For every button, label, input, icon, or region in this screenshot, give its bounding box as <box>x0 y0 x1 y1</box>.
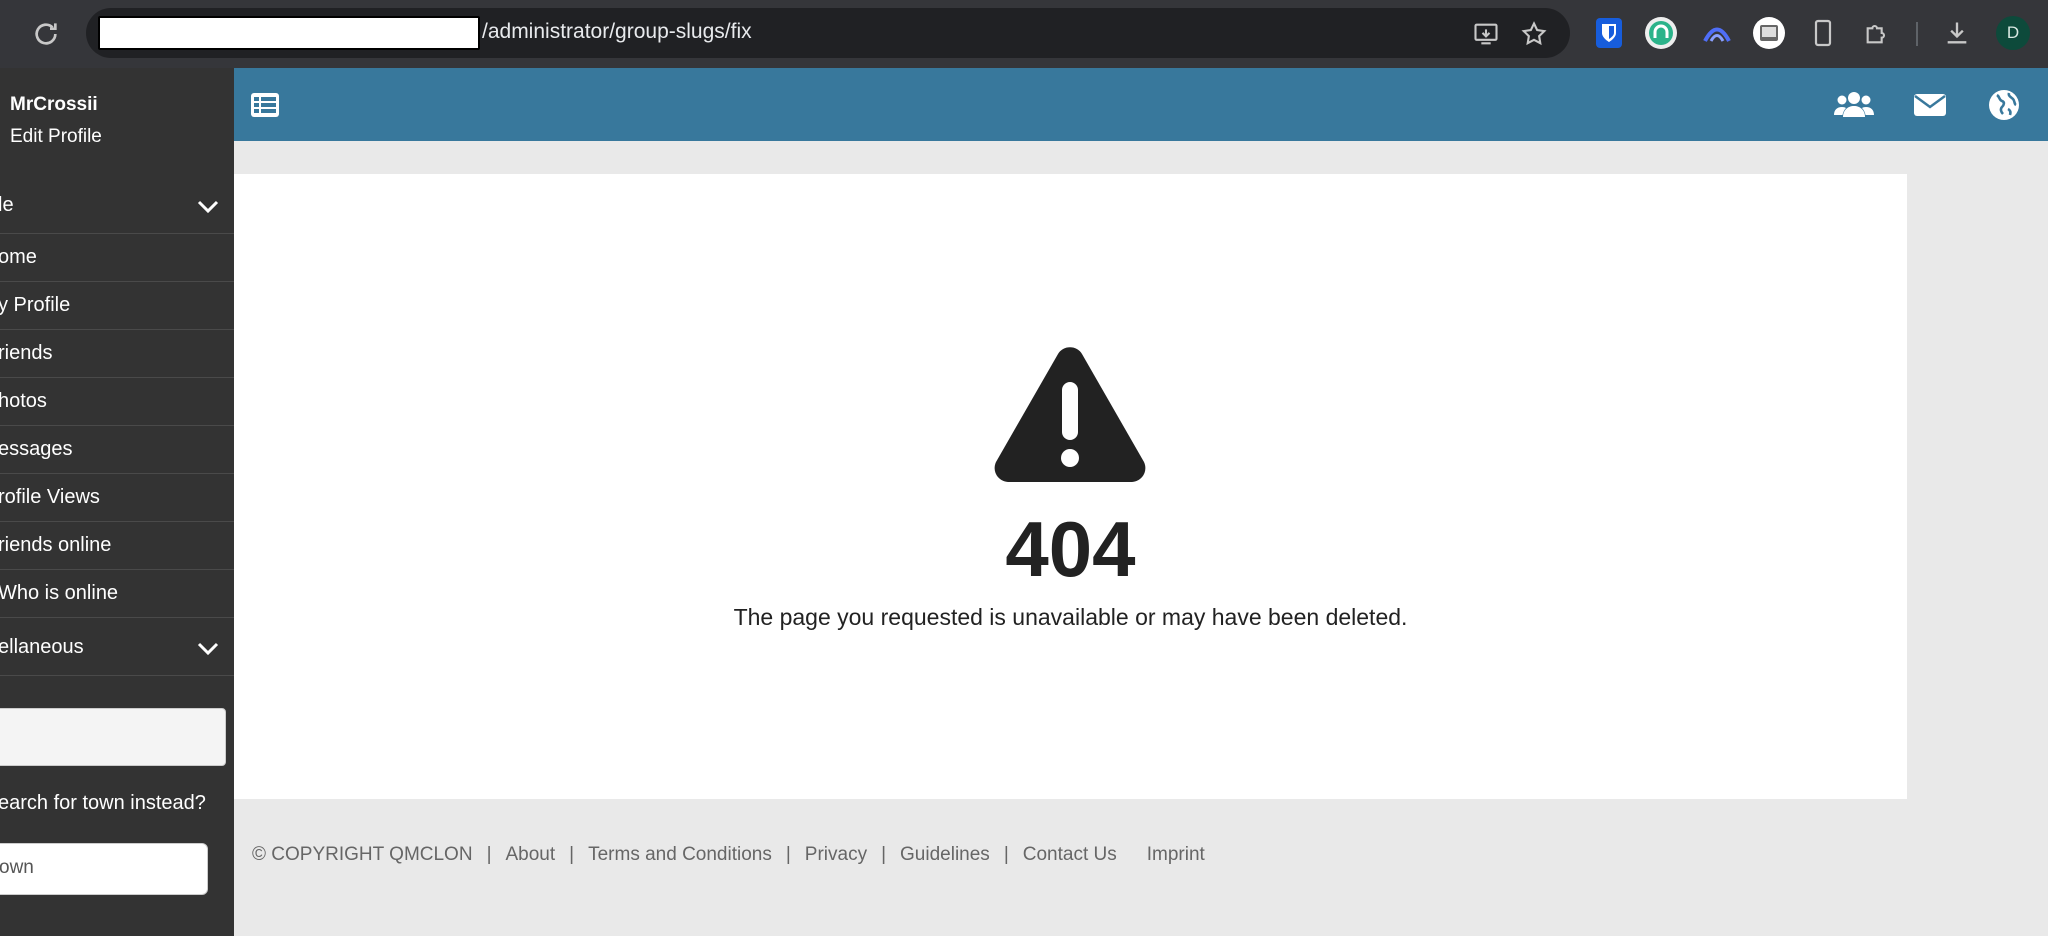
sidebar-section-profile[interactable]: le <box>0 180 234 234</box>
sidebar-section-label: ellaneous <box>0 636 84 658</box>
green-extension-icon[interactable] <box>1644 16 1678 50</box>
sidebar-item-label: essages <box>0 438 73 460</box>
sidebar-item-label: rofile Views <box>0 486 100 508</box>
sidebar-item-my-profile[interactable]: y Profile <box>0 282 234 330</box>
footer-separator: | <box>486 844 492 865</box>
url-path[interactable]: /administrator/group-slugs/fix <box>482 20 752 44</box>
bookmark-star-icon[interactable] <box>1520 20 1548 48</box>
sidebar-section-label: le <box>0 194 14 216</box>
sidebar-item-profile-views[interactable]: rofile Views <box>0 474 234 522</box>
footer-separator: | <box>1003 844 1009 865</box>
sidebar-item-label: riends <box>0 342 53 364</box>
download-icon[interactable] <box>1940 16 1974 50</box>
footer-separator: | <box>785 844 791 865</box>
town-input[interactable]: own <box>0 843 208 895</box>
reload-icon[interactable] <box>30 18 62 50</box>
chevron-down-icon <box>197 642 219 656</box>
error-message: The page you requested is unavailable or… <box>733 604 1408 630</box>
sidebar-item-photos[interactable]: hotos <box>0 378 234 426</box>
sidebar-item-label: riends online <box>0 534 112 556</box>
warning-triangle-icon <box>994 347 1146 482</box>
sidebar-item-messages[interactable]: essages <box>0 426 234 474</box>
sidebar-item-label: hotos <box>0 390 47 412</box>
menu-list-icon[interactable] <box>250 88 280 122</box>
footer-link-contact[interactable]: Contact Us <box>1023 844 1117 866</box>
edit-profile-link[interactable]: Edit Profile <box>10 126 102 148</box>
screenshot-extension-icon[interactable] <box>1752 16 1786 50</box>
device-icon[interactable] <box>1806 16 1840 50</box>
footer-link-about[interactable]: About <box>506 844 556 866</box>
group-users-icon[interactable] <box>1834 88 1874 122</box>
error-card: 404 The page you requested is unavailabl… <box>234 174 1907 799</box>
sidebar-item-friends-online[interactable]: riends online <box>0 522 234 570</box>
footer-link-imprint[interactable]: Imprint <box>1147 844 1205 866</box>
arc-extension-icon[interactable] <box>1700 16 1734 50</box>
browser-toolbar: /administrator/group-slugs/fix D <box>0 0 2048 68</box>
sidebar-username[interactable]: MrCrossii <box>10 94 98 116</box>
redacted-domain <box>98 16 480 50</box>
error-code: 404 <box>1005 505 1136 593</box>
sidebar-item-who-is-online[interactable]: Who is online <box>0 570 234 618</box>
footer-copyright: © COPYRIGHT QMCLON <box>252 844 473 865</box>
chevron-down-icon <box>197 200 219 214</box>
sidebar-section-miscellaneous[interactable]: ellaneous <box>0 622 234 676</box>
footer: © COPYRIGHT QMCLON | About | Terms and Condi… <box>252 844 1205 866</box>
extensions-puzzle-icon[interactable] <box>1860 16 1894 50</box>
sidebar-item-label: y Profile <box>0 294 71 316</box>
sidebar-item-home[interactable]: ome <box>0 234 234 282</box>
footer-link-terms[interactable]: Terms and Conditions <box>588 844 772 866</box>
toolbar-divider <box>1916 22 1918 46</box>
footer-link-privacy[interactable]: Privacy <box>805 844 867 866</box>
install-app-icon[interactable] <box>1472 20 1500 48</box>
search-town-link[interactable]: earch for town instead? <box>0 792 206 815</box>
address-bar[interactable]: /administrator/group-slugs/fix <box>86 8 1570 58</box>
bitwarden-extension-icon[interactable] <box>1592 16 1626 50</box>
envelope-icon[interactable] <box>1914 88 1946 122</box>
footer-separator: | <box>881 844 887 865</box>
profile-avatar[interactable]: D <box>1996 16 2030 50</box>
sidebar-item-friends[interactable]: riends <box>0 330 234 378</box>
footer-link-guidelines[interactable]: Guidelines <box>900 844 990 866</box>
sidebar: MrCrossii Edit Profile le ome y Profile … <box>0 68 234 936</box>
globe-icon[interactable] <box>1988 88 2020 122</box>
sidebar-search-box[interactable] <box>0 708 226 766</box>
footer-separator: | <box>569 844 575 865</box>
sidebar-item-label: Who is online <box>0 582 119 604</box>
sidebar-item-label: ome <box>0 246 37 268</box>
top-navbar <box>234 68 2048 141</box>
